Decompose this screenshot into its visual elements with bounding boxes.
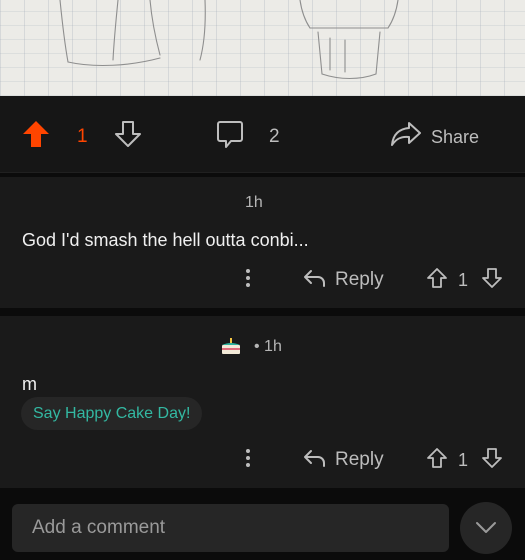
comment-count: 2 xyxy=(269,126,280,147)
chevron-down-icon xyxy=(476,522,496,533)
comment-composer xyxy=(0,492,525,560)
happy-cake-day-button[interactable]: Say Happy Cake Day! xyxy=(21,397,203,430)
comment: 1h God I'd smash the hell outta conbi...… xyxy=(0,177,525,308)
more-options-icon[interactable] xyxy=(241,447,255,469)
share-button[interactable]: Share xyxy=(431,127,479,147)
comment-score: 1 xyxy=(458,450,469,470)
comment: • 1h m Say Happy Cake Day! Reply 1 xyxy=(0,316,525,488)
comment-body: m xyxy=(22,374,37,394)
post-vote-count: 1 xyxy=(77,126,88,147)
reply-button[interactable]: Reply xyxy=(335,449,384,471)
comment-timestamp: 1h xyxy=(245,194,263,211)
comment-timestamp: • 1h xyxy=(254,338,282,355)
share-arrow-icon[interactable] xyxy=(390,120,422,148)
more-options-icon[interactable] xyxy=(241,267,255,289)
expand-composer-button[interactable] xyxy=(460,502,512,554)
post-action-bar: 1 2 Share xyxy=(0,96,525,173)
comment-score: 1 xyxy=(458,270,469,290)
post-image[interactable] xyxy=(0,0,525,96)
add-comment-input[interactable] xyxy=(12,504,449,552)
downvote-arrow-icon[interactable] xyxy=(481,267,503,289)
upvote-arrow-icon[interactable] xyxy=(426,267,448,289)
sketch-drawing xyxy=(59,0,399,80)
downvote-arrow-icon[interactable] xyxy=(481,447,503,469)
comment-bubble-icon[interactable] xyxy=(216,120,244,150)
reply-arrow-icon[interactable] xyxy=(302,268,326,288)
upvote-arrow-icon[interactable] xyxy=(426,447,448,469)
reply-arrow-icon[interactable] xyxy=(302,448,326,468)
upvote-arrow-icon[interactable] xyxy=(22,120,50,148)
comment-body: God I'd smash the hell outta conbi... xyxy=(22,230,309,250)
cake-icon xyxy=(222,338,240,354)
reply-button[interactable]: Reply xyxy=(335,269,384,291)
downvote-arrow-icon[interactable] xyxy=(114,120,142,148)
